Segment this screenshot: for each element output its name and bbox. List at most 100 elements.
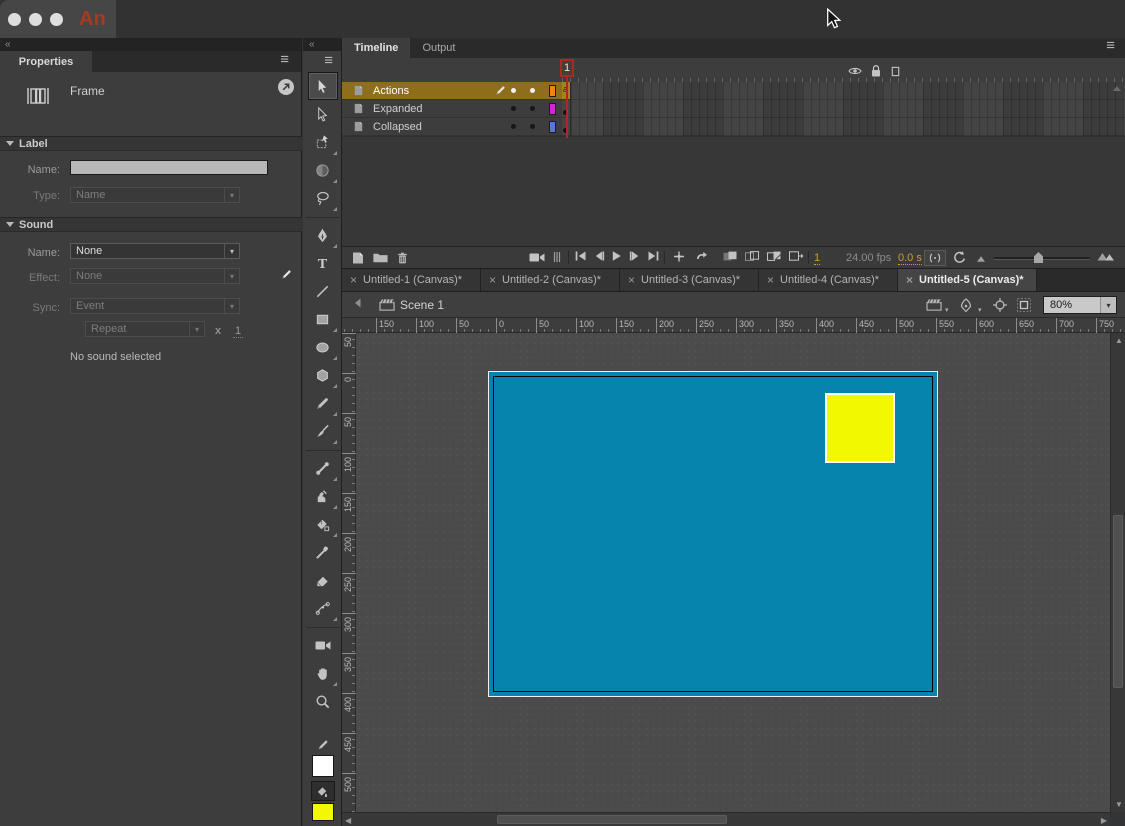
delete-layer-button[interactable] [395,250,410,266]
go-to-first-frame-button[interactable] [574,250,588,262]
play-button[interactable] [610,250,622,262]
brush-tool[interactable] [308,417,338,445]
layer-outline-color-swatch[interactable] [549,103,556,115]
free-transform-tool[interactable] [308,128,338,156]
scroll-right-icon[interactable]: ▶ [1101,816,1107,825]
rectangle-tool[interactable] [308,305,338,333]
loop-playback-button[interactable] [694,250,709,263]
go-to-last-frame-button[interactable] [646,250,660,262]
document-tab[interactable]: × Untitled-4 (Canvas)* [759,269,898,291]
edit-symbols-icon[interactable] [958,297,974,313]
close-icon[interactable]: × [489,273,496,287]
horizontal-scrollbar[interactable]: ◀ ▶ [342,812,1110,826]
sound-effect-dropdown[interactable]: None ▾ [70,268,240,284]
zoom-tool[interactable] [308,687,338,715]
layer-lock-dot[interactable] [530,88,535,93]
edit-sound-envelope-pencil-icon[interactable] [280,268,293,281]
close-icon[interactable]: × [628,273,635,287]
window-zoom-button[interactable] [50,13,63,26]
Actions[interactable]: Actions [342,82,562,100]
playhead-line[interactable] [566,77,568,138]
pencil-tool[interactable] [308,389,338,417]
marker-range-icon[interactable] [552,250,562,264]
tools-collapse-strip[interactable]: « [303,38,341,51]
layer-lock-dot[interactable] [530,124,535,129]
preview-in-context-button[interactable] [924,250,946,266]
current-frame-value[interactable]: 1 [814,252,820,265]
playhead[interactable]: 1 [560,59,574,77]
close-icon[interactable]: × [767,273,774,287]
tools-panel-menu-icon[interactable]: ≡ [324,56,333,66]
stroke-color-swatch[interactable] [312,755,334,777]
clip-content-outside-stage-icon[interactable] [1016,297,1032,313]
new-folder-button[interactable] [372,250,389,265]
new-layer-button[interactable] [350,250,366,266]
section-header-label[interactable]: Label [0,136,302,151]
stage[interactable] [488,371,938,697]
layer-outline-color-swatch[interactable] [549,121,556,133]
ink-bottle-tool[interactable] [308,510,338,538]
selection-tool[interactable] [308,72,338,100]
sound-name-dropdown[interactable]: None ▾ [70,243,240,259]
step-back-button[interactable] [592,250,606,262]
pen-tool[interactable] [308,221,338,249]
text-tool[interactable]: T [308,249,338,277]
center-stage-crosshair-icon[interactable] [992,297,1008,313]
help-launch-icon[interactable] [277,78,295,96]
document-tab[interactable]: × Untitled-5 (Canvas)* [898,269,1037,291]
window-minimize-button[interactable] [29,13,42,26]
lasso-tool[interactable] [308,184,338,212]
camera-tool[interactable] [308,631,338,659]
properties-panel-menu-icon[interactable]: ≡ [280,55,289,65]
center-frame-button[interactable] [672,250,686,263]
bone-tool[interactable] [308,454,338,482]
elapsed-time-value[interactable]: 0.0 s [898,252,922,265]
back-arrow-icon[interactable] [352,297,364,309]
paint-bucket-tool[interactable] [308,482,338,510]
layer-lock-dot[interactable] [530,106,535,111]
timeline-panel-tab[interactable]: Timeline [342,38,410,58]
step-forward-button[interactable] [628,250,642,262]
horizontal-scrollbar-thumb[interactable] [497,815,727,824]
hand-tool[interactable] [308,659,338,687]
section-header-sound[interactable]: Sound [0,217,302,232]
scroll-left-icon[interactable]: ◀ [345,816,351,825]
layer-visibility-dot[interactable] [511,88,516,93]
document-tab[interactable]: × Untitled-2 (Canvas)* [481,269,620,291]
onion-skin-button[interactable] [722,250,738,262]
document-tab[interactable]: × Untitled-3 (Canvas)* [620,269,759,291]
scroll-up-icon[interactable]: ▲ [1115,336,1123,345]
edit-scene-icon[interactable] [925,297,944,312]
zoom-in-frames-icon[interactable] [1096,250,1116,262]
close-icon[interactable]: × [350,273,357,287]
zoom-level-select[interactable]: 80% ▾ [1043,296,1117,314]
Expanded[interactable]: Expanded [342,100,562,118]
timeline-zoom-slider-thumb[interactable] [1034,252,1043,263]
fill-color-swatch[interactable] [312,803,334,821]
frame-rate-value[interactable]: 24.00 fps [846,252,891,264]
asset-warp-tool[interactable] [308,594,338,622]
timeline-scroll-up-icon[interactable] [1113,86,1121,91]
repeat-times-value[interactable]: 1 [233,325,243,338]
onion-skin-outlines-button[interactable] [744,250,760,262]
scroll-down-icon[interactable]: ▼ [1115,800,1123,809]
line-tool[interactable] [308,277,338,305]
edit-multiple-frames-button[interactable] [766,250,782,262]
oval-tool[interactable] [308,333,338,361]
sound-sync-dropdown[interactable]: Event ▾ [70,298,240,314]
reset-timeline-zoom-button[interactable] [952,250,966,264]
gradient-transform-tool[interactable] [308,156,338,184]
zoom-out-frames-icon[interactable] [976,255,986,263]
fill-color-bucket-icon[interactable] [311,781,335,801]
Collapsed[interactable]: Collapsed [342,118,562,136]
subselection-tool[interactable] [308,100,338,128]
edit-scene-dropdown-icon[interactable]: ▾ [945,306,949,314]
document-tab[interactable]: × Untitled-1 (Canvas)* [342,269,481,291]
close-icon[interactable]: × [906,273,913,287]
sound-repeat-dropdown[interactable]: Repeat ▾ [85,321,205,337]
timeline-panel-menu-icon[interactable]: ≡ [1106,41,1115,51]
camera-toggle-button[interactable] [528,250,546,265]
eraser-tool[interactable] [308,566,338,594]
vertical-scrollbar[interactable]: ▲ ▼ [1110,333,1125,812]
properties-collapse-strip[interactable]: « [0,38,301,51]
